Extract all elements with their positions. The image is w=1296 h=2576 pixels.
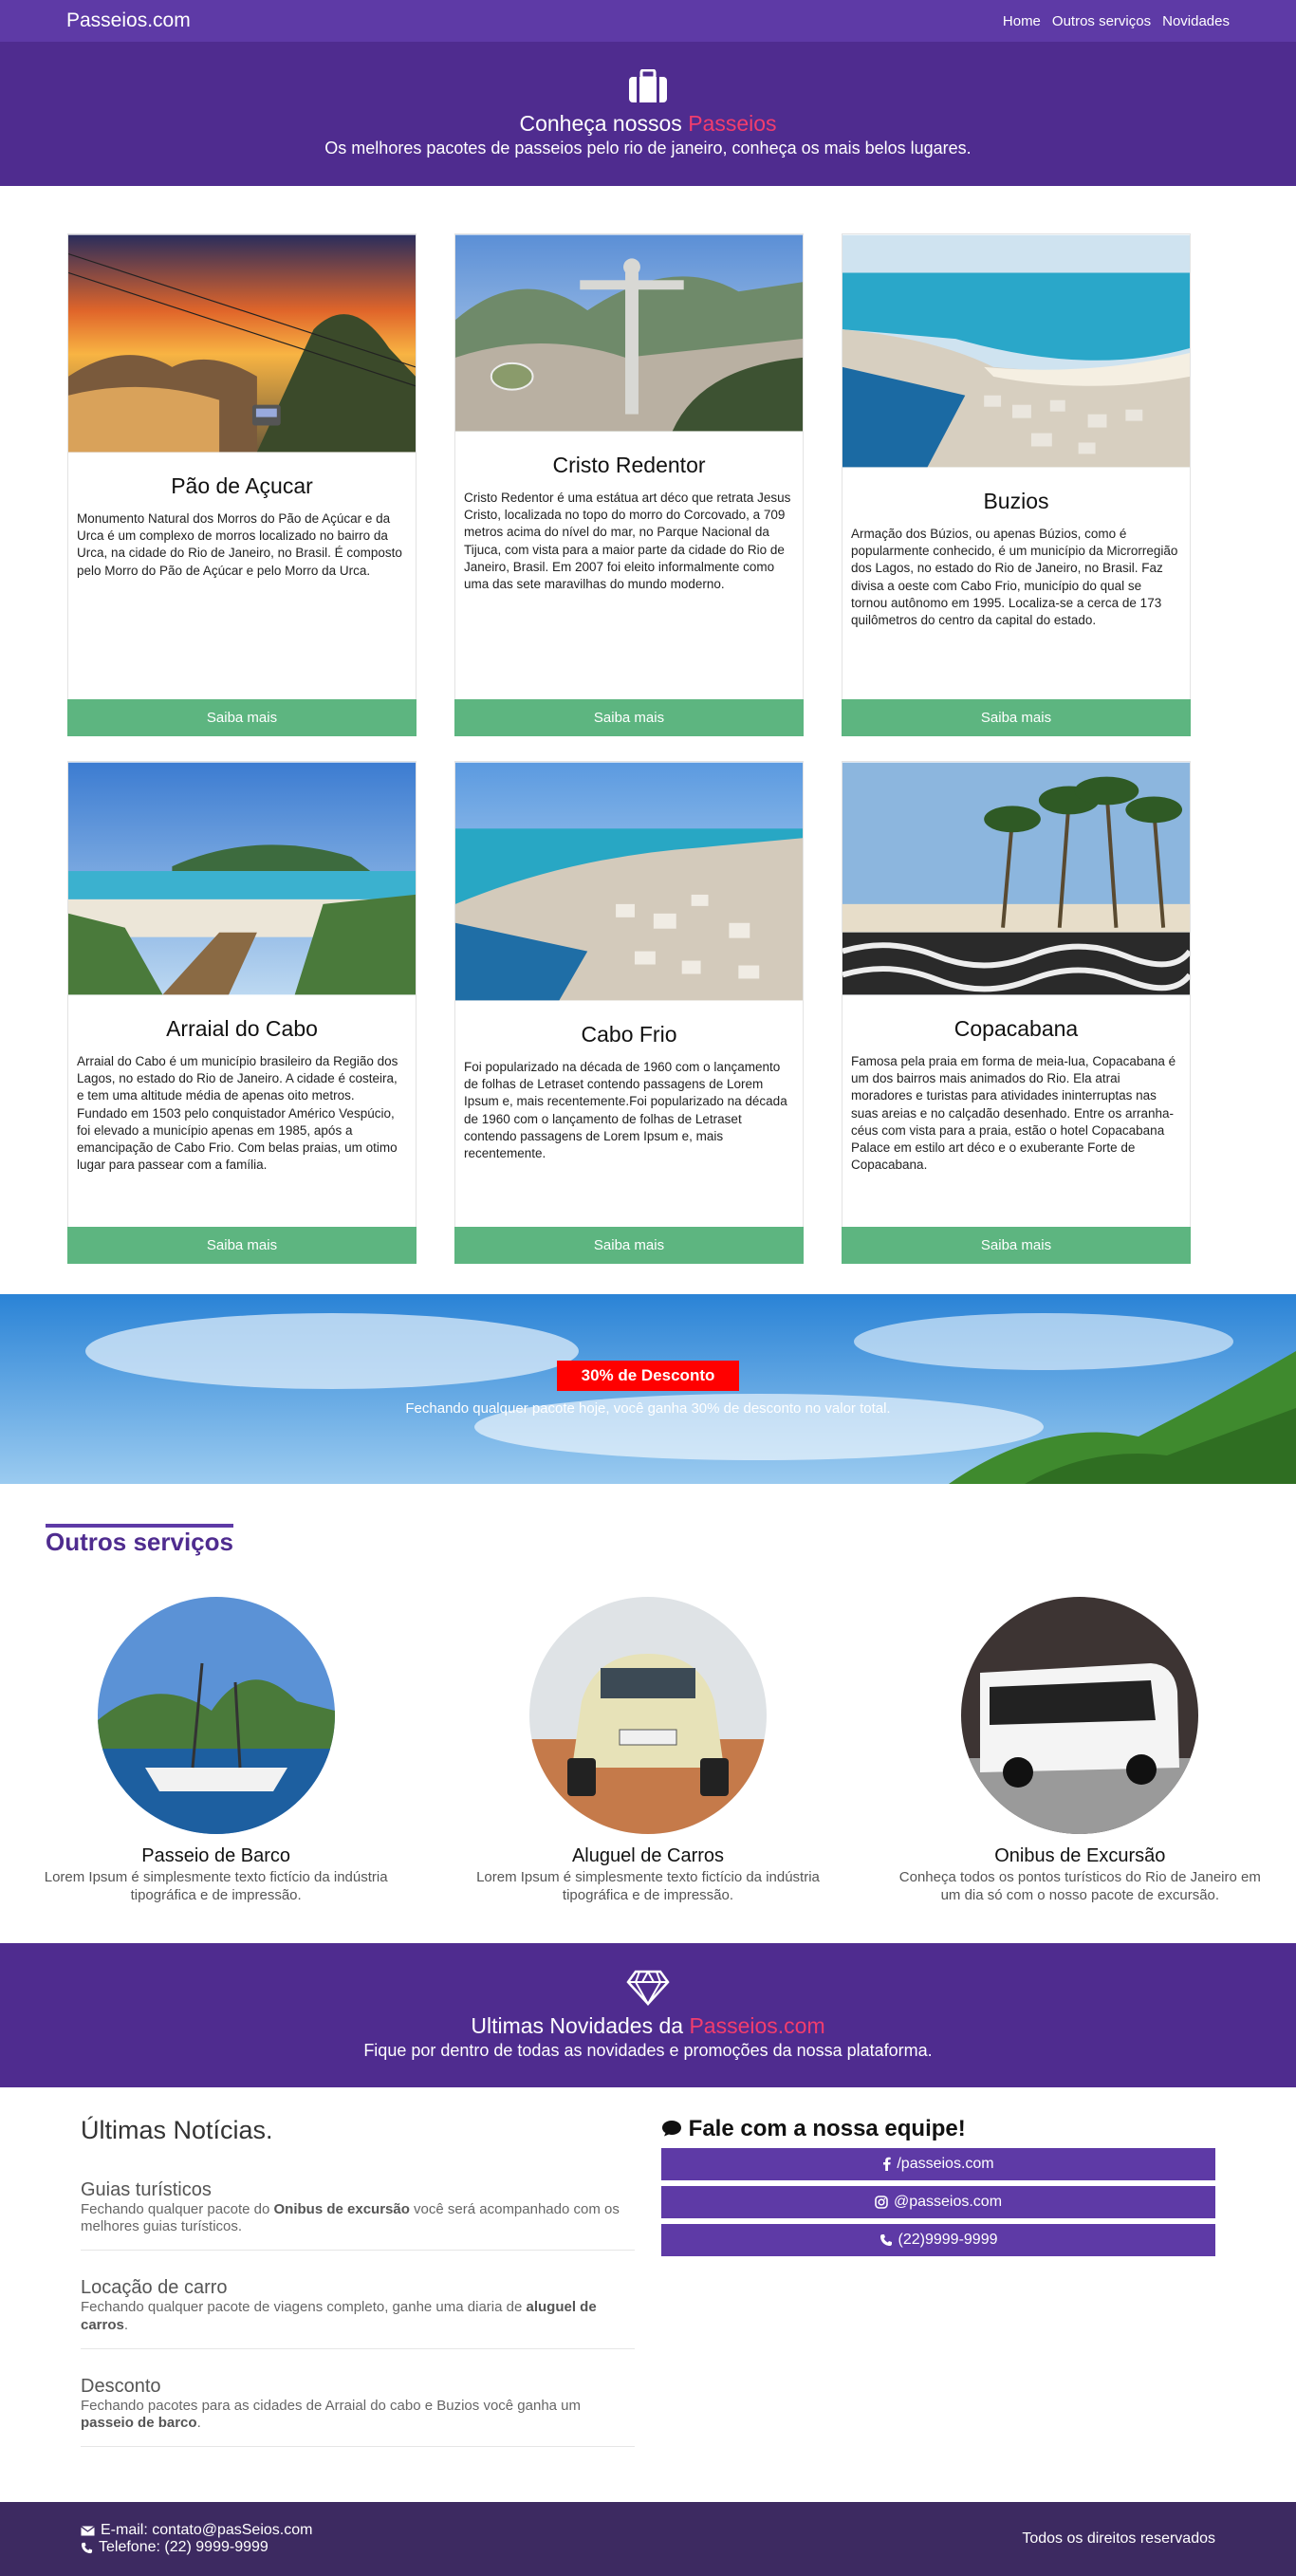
saiba-mais-button[interactable]: Saiba mais: [67, 1227, 417, 1264]
facebook-label: /passeios.com: [897, 2155, 994, 2172]
service-image: [97, 1597, 335, 1834]
footer-contact: E-mail: contato@pasSeios.com Telefone: (…: [81, 2522, 312, 2556]
service-onibus-de-excursao: Onibus de Excursão Conheça todos os pont…: [890, 1597, 1269, 1905]
news-item: Desconto Fechando pacotes para as cidade…: [81, 2375, 635, 2447]
card-text: Arraial do Cabo é um município brasileir…: [77, 1054, 398, 1173]
instagram-label: @passeios.com: [893, 2193, 1003, 2210]
card-image-cabo-frio: [455, 762, 803, 1001]
saiba-mais-button[interactable]: Saiba mais: [842, 699, 1191, 736]
instagram-button[interactable]: @passeios.com: [661, 2185, 1215, 2218]
card-title: Buzios: [983, 489, 1049, 513]
contact-title: Fale com a nossa equipe!: [661, 2116, 1215, 2142]
hero-novidades-title: Ultimas Novidades da Passeios.com: [471, 2012, 825, 2038]
news-item-title: Locação de carro: [81, 2277, 228, 2298]
news-item-title: Guias turísticos: [81, 2178, 212, 2200]
service-image: [528, 1597, 767, 1834]
news-column: Últimas Notícias. Guias turísticos Fecha…: [81, 2116, 635, 2474]
discount-content: 30% de Desconto Fechando qualquer pacote…: [0, 1361, 1296, 1417]
service-aluguel-de-carros: Aluguel de Carros Lorem Ipsum é simplesm…: [458, 1597, 838, 1905]
hero-novidades: Ultimas Novidades da Passeios.com Fique …: [0, 1942, 1296, 2087]
services-title: Outros serviços: [46, 1524, 233, 1557]
hero-title: Conheça nossos Passeios: [519, 111, 777, 136]
facebook-icon: [883, 2157, 892, 2171]
footer-rights: Todos os direitos reservados: [1022, 2530, 1215, 2547]
card-pao-de-acucar: Pão de Açucar Monumento Natural dos Morr…: [67, 233, 417, 736]
card-text: Armação dos Búzios, ou apenas Búzios, co…: [851, 527, 1178, 628]
nav-links: Home Outros serviços Novidades: [1003, 13, 1230, 29]
footer: E-mail: contato@pasSeios.com Telefone: (…: [0, 2502, 1296, 2576]
nav-link-novidades[interactable]: Novidades: [1162, 13, 1230, 29]
card-title: Copacabana: [953, 1016, 1079, 1041]
discount-banner: 30% de Desconto Fechando qualquer pacote…: [0, 1294, 1296, 1484]
card-text: Monumento Natural dos Morros do Pão de A…: [77, 511, 402, 578]
news-contact-section: Últimas Notícias. Guias turísticos Fecha…: [81, 2087, 1215, 2503]
card-image-copacabana: [842, 762, 1190, 995]
hero-novidades-subtitle: Fique por dentro de todas as novidades e…: [363, 2040, 933, 2060]
card-arraial-do-cabo: Arraial do Cabo Arraial do Cabo é um mun…: [67, 761, 417, 1264]
services-header: Outros serviços: [46, 1524, 1250, 1557]
card-image-cristo-redentor: [455, 234, 803, 432]
service-title: Passeio de Barco: [141, 1845, 291, 1866]
nav-link-outros-servicos[interactable]: Outros serviços: [1052, 13, 1151, 29]
phone-icon: [879, 2233, 892, 2246]
news-item-title: Desconto: [81, 2375, 161, 2397]
service-title: Onibus de Excursão: [994, 1845, 1166, 1866]
footer-phone: Telefone: (22) 9999-9999: [81, 2539, 312, 2556]
card-copacabana: Copacabana Famosa pela praia em forma de…: [842, 761, 1191, 1264]
service-text: Lorem Ipsum é simplesmente texto fictíci…: [44, 1869, 388, 1903]
suitcase-icon: [629, 69, 667, 102]
card-title: Cristo Redentor: [552, 453, 706, 477]
saiba-mais-button[interactable]: Saiba mais: [842, 1227, 1191, 1264]
card-title: Pão de Açucar: [171, 473, 313, 498]
footer-email: E-mail: contato@pasSeios.com: [81, 2522, 312, 2539]
news-item-text: Fechando qualquer pacote de viagens comp…: [81, 2299, 597, 2333]
services-list: Passeio de Barco Lorem Ipsum é simplesme…: [0, 1597, 1296, 1905]
card-cabo-frio: Cabo Frio Foi popularizado na década de …: [454, 761, 804, 1264]
phone-icon: [81, 2542, 93, 2553]
discount-text: Fechando qualquer pacote hoje, você ganh…: [405, 1400, 891, 1417]
service-text: Conheça todos os pontos turísticos do Ri…: [898, 1869, 1261, 1903]
hero-passeios: Conheça nossos Passeios Os melhores paco…: [0, 42, 1296, 186]
diamond-icon: [626, 1970, 670, 2006]
card-cristo-redentor: Cristo Redentor Cristo Redentor é uma es…: [454, 233, 804, 736]
saiba-mais-button[interactable]: Saiba mais: [67, 699, 417, 736]
saiba-mais-button[interactable]: Saiba mais: [454, 699, 804, 736]
brand-logo[interactable]: Passeios.com: [66, 9, 191, 32]
service-text: Lorem Ipsum é simplesmente texto fictíci…: [476, 1869, 820, 1903]
card-image-buzios: [842, 234, 1190, 468]
service-passeio-de-barco: Passeio de Barco Lorem Ipsum é simplesme…: [27, 1597, 406, 1905]
instagram-icon: [875, 2195, 888, 2209]
hero-novidades-title-accent: Passeios.com: [689, 2012, 825, 2038]
nav-link-home[interactable]: Home: [1003, 13, 1041, 29]
card-image-arraial-do-cabo: [68, 762, 416, 995]
news-item-text: Fechando qualquer pacote do Onibus de ex…: [81, 2200, 620, 2235]
card-buzios: Buzios Armação dos Búzios, ou apenas Búz…: [842, 233, 1191, 736]
news-item-text: Fechando pacotes para as cidades de Arra…: [81, 2397, 582, 2432]
phone-label: (22)9999-9999: [898, 2231, 998, 2248]
saiba-mais-button[interactable]: Saiba mais: [454, 1227, 804, 1264]
facebook-button[interactable]: /passeios.com: [661, 2147, 1215, 2180]
hero-title-accent: Passeios: [688, 111, 777, 136]
news-item: Guias turísticos Fechando qualquer pacot…: [81, 2178, 635, 2251]
service-title: Aluguel de Carros: [571, 1845, 725, 1866]
card-title: Cabo Frio: [581, 1022, 677, 1047]
envelope-icon: [81, 2525, 95, 2535]
card-text: Foi popularizado na década de 1960 com o…: [464, 1060, 787, 1161]
comment-icon: [662, 2120, 681, 2136]
passeios-grid: Pão de Açucar Monumento Natural dos Morr…: [67, 233, 1229, 1264]
discount-badge: 30% de Desconto: [556, 1361, 740, 1391]
card-title: Arraial do Cabo: [166, 1016, 318, 1041]
contact-column: Fale com a nossa equipe! /passeios.com @…: [661, 2116, 1215, 2474]
navbar: Passeios.com Home Outros serviços Novida…: [0, 0, 1296, 42]
news-item: Locação de carro Fechando qualquer pacot…: [81, 2277, 635, 2349]
card-text: Cristo Redentor é uma estátua art déco q…: [464, 491, 791, 592]
service-image: [961, 1597, 1199, 1834]
hero-subtitle: Os melhores pacotes de passeios pelo rio…: [324, 139, 972, 158]
news-title: Últimas Notícias.: [81, 2115, 273, 2144]
card-text: Famosa pela praia em forma de meia-lua, …: [851, 1054, 1176, 1173]
phone-button[interactable]: (22)9999-9999: [661, 2223, 1215, 2256]
card-image-pao-de-acucar: [68, 234, 416, 453]
